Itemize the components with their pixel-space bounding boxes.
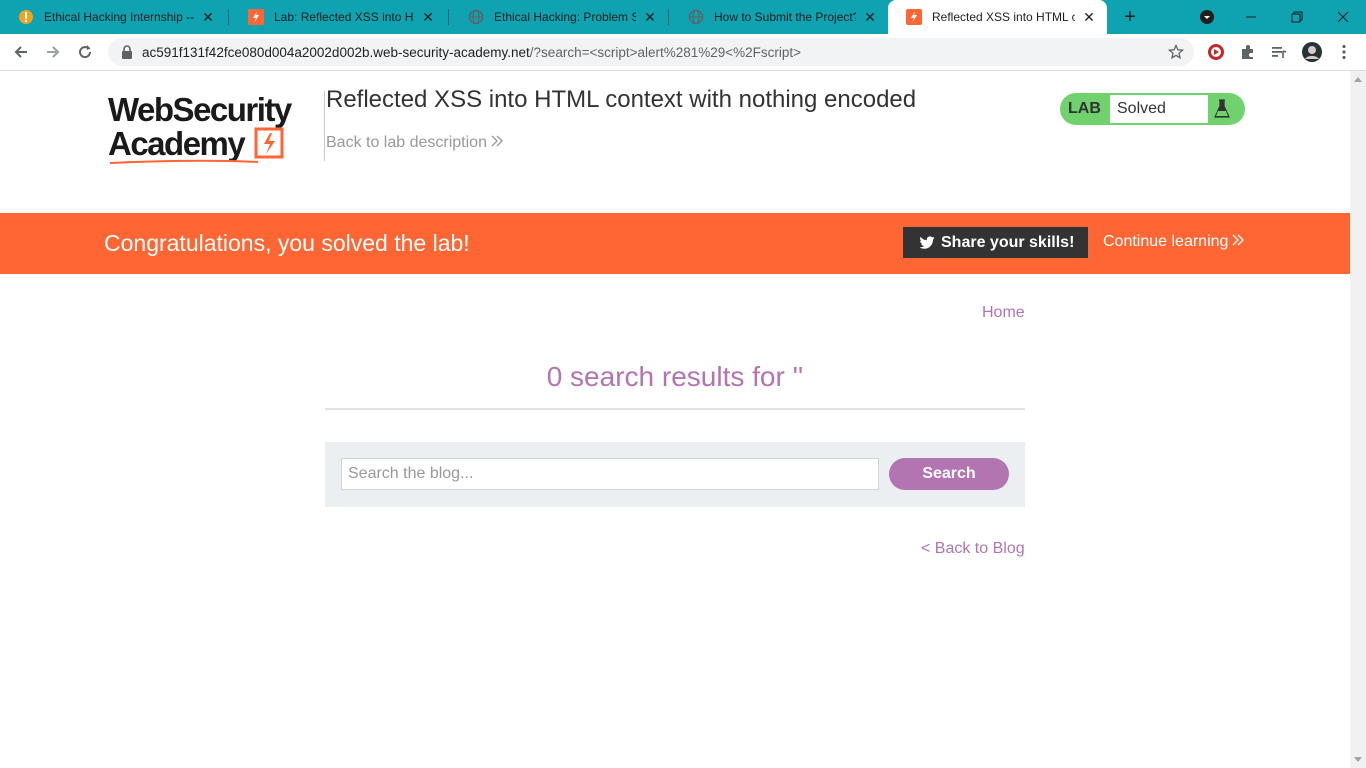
tab-separator: [668, 9, 669, 25]
search-button[interactable]: Search: [889, 458, 1009, 490]
bookmark-star-icon[interactable]: [1168, 44, 1184, 60]
lab-tag: LAB: [1068, 100, 1101, 117]
internshala-icon: [18, 9, 34, 25]
forward-arrow-icon[interactable]: [40, 39, 66, 65]
web-security-academy-logo[interactable]: WebSecurity Academy: [108, 91, 308, 164]
lab-status-widget: LAB Solved: [1060, 93, 1245, 125]
menu-kebab-icon[interactable]: [1334, 42, 1354, 62]
results-divider: [325, 408, 1025, 410]
double-chevron-right-icon: [491, 134, 503, 152]
tab-title: Lab: Reflected XSS into HTML: [274, 10, 414, 24]
tab-separator: [228, 9, 229, 25]
share-skills-button[interactable]: Share your skills!: [903, 227, 1088, 258]
close-icon[interactable]: ✕: [642, 9, 658, 25]
lab-status-box: Solved: [1110, 95, 1208, 123]
tab-reflected-xss-active[interactable]: Reflected XSS into HTML con ✕: [888, 0, 1107, 34]
close-icon[interactable]: ✕: [862, 9, 878, 25]
portswigger-icon: [248, 9, 264, 25]
restore-icon[interactable]: [1274, 0, 1320, 34]
logo-line-1: WebSecurity: [108, 91, 292, 128]
tab-title: Ethical Hacking Internship --: [44, 10, 194, 24]
lab-status-text: Solved: [1117, 100, 1166, 117]
tab-lab-reflected-xss[interactable]: Lab: Reflected XSS into HTML ✕: [230, 0, 446, 34]
url-text: ac591f131f42fce080d004a2002d002b.web-sec…: [142, 45, 801, 60]
browser-toolbar: ac591f131f42fce080d004a2002d002b.web-sec…: [0, 34, 1366, 71]
extension-record-icon[interactable]: [1206, 42, 1226, 62]
globe-icon: [468, 9, 484, 25]
home-link[interactable]: Home: [982, 304, 1025, 322]
flask-icon: [1214, 99, 1230, 118]
browser-tab-strip: Ethical Hacking Internship -- ✕ Lab: Ref…: [0, 0, 1366, 34]
minimize-icon[interactable]: [1228, 0, 1274, 34]
back-to-lab-description-link[interactable]: Back to lab description: [326, 134, 503, 152]
portswigger-icon: [906, 9, 922, 25]
tab-search-icon[interactable]: [1184, 0, 1230, 34]
close-icon[interactable]: ✕: [1081, 9, 1097, 25]
extensions-puzzle-icon[interactable]: [1238, 42, 1258, 62]
search-results-heading: 0 search results for '': [546, 361, 804, 392]
search-input[interactable]: [341, 458, 879, 490]
new-tab-icon[interactable]: +: [1118, 5, 1142, 29]
tab-how-to-submit[interactable]: How to Submit the Project? ✕: [670, 0, 888, 34]
back-to-blog-link[interactable]: < Back to Blog: [921, 540, 1025, 558]
back-to-lab-description-label: Back to lab description: [326, 134, 487, 151]
url-host: ac591f131f42fce080d004a2002d002b.web-sec…: [142, 44, 530, 60]
share-skills-label: Share your skills!: [941, 233, 1075, 251]
window-close-icon[interactable]: [1320, 0, 1366, 34]
back-arrow-icon[interactable]: [8, 39, 34, 65]
page-content: WebSecurity Academy Reflected XSS into H…: [0, 71, 1350, 768]
globe-icon: [688, 9, 704, 25]
lock-icon[interactable]: [120, 45, 134, 59]
solved-banner: Congratulations, you solved the lab! Sha…: [0, 213, 1350, 274]
close-icon[interactable]: ✕: [420, 9, 436, 25]
tab-title: How to Submit the Project?: [714, 10, 856, 24]
media-queue-icon[interactable]: [1269, 42, 1289, 62]
logo-lightning-icon: [254, 127, 284, 159]
continue-learning-label: Continue learning: [1103, 233, 1229, 250]
page-scrollbar[interactable]: [1350, 71, 1366, 768]
logo-line-2: Academy: [108, 125, 246, 162]
scroll-up-arrow-icon[interactable]: [1354, 77, 1362, 82]
double-chevron-right-icon: [1232, 233, 1245, 251]
address-bar[interactable]: ac591f131f42fce080d004a2002d002b.web-sec…: [108, 38, 1194, 66]
tab-separator: [448, 9, 449, 25]
close-icon[interactable]: ✕: [200, 9, 216, 25]
reload-icon[interactable]: [72, 39, 98, 65]
search-form: Search: [325, 442, 1025, 507]
header-divider: [324, 91, 325, 161]
continue-learning-link[interactable]: Continue learning: [1103, 233, 1245, 251]
profile-avatar-icon[interactable]: [1302, 42, 1322, 62]
tab-problem-statement[interactable]: Ethical Hacking: Problem Stat ✕: [450, 0, 668, 34]
twitter-icon: [919, 235, 935, 249]
tab-title: Ethical Hacking: Problem Stat: [494, 10, 636, 24]
url-path: /?search=<script>alert%281%29<%2Fscript>: [529, 44, 802, 60]
lab-title: Reflected XSS into HTML context with not…: [326, 86, 917, 113]
tab-title: Reflected XSS into HTML con: [932, 10, 1075, 24]
logo-underline: [109, 159, 259, 164]
tab-ethical-hacking-internship[interactable]: Ethical Hacking Internship -- ✕: [0, 0, 226, 34]
congratulations-message: Congratulations, you solved the lab!: [104, 230, 470, 256]
scroll-down-arrow-icon[interactable]: [1354, 757, 1362, 762]
